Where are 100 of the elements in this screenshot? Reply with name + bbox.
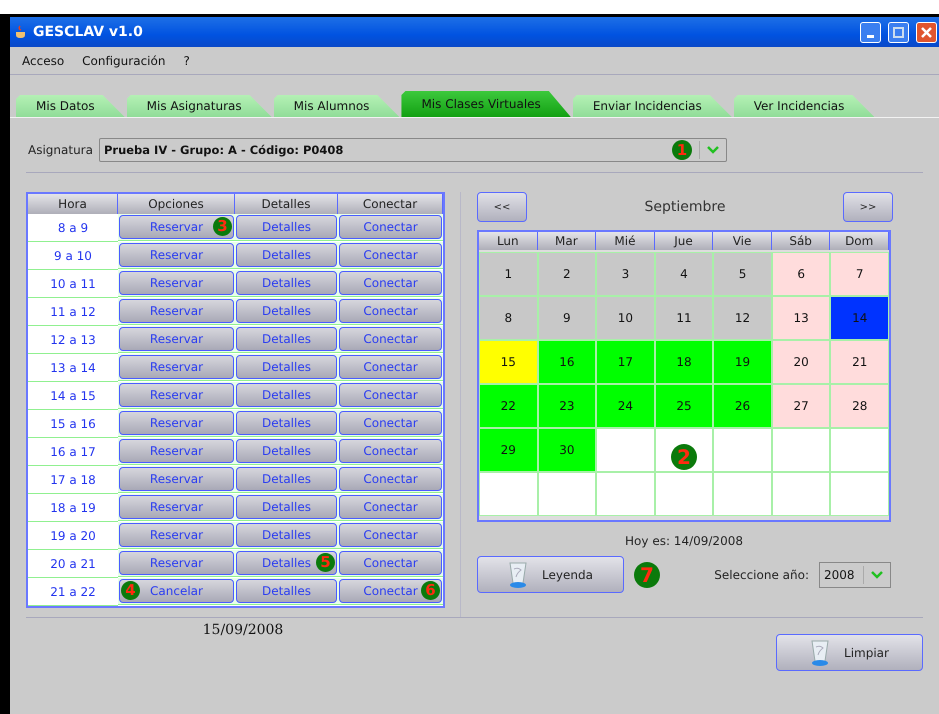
option-button[interactable]: Reservar xyxy=(119,355,234,379)
details-button[interactable]: Detalles xyxy=(236,355,337,379)
details-button[interactable]: Detalles xyxy=(236,579,337,603)
connect-button[interactable]: Conectar xyxy=(339,383,442,407)
day-cell[interactable]: 5 xyxy=(713,252,772,296)
option-button[interactable]: Reservar xyxy=(119,551,234,575)
option-button[interactable]: Reservar xyxy=(119,495,234,519)
details-button[interactable]: Detalles xyxy=(236,327,337,351)
option-button[interactable]: Reservar xyxy=(119,383,234,407)
option-button[interactable]: Reservar xyxy=(119,327,234,351)
weekday-header: Mar xyxy=(538,232,596,250)
details-button[interactable]: Detalles 5 xyxy=(236,551,337,575)
day-cell[interactable]: 19 xyxy=(713,340,772,384)
glass-icon xyxy=(508,560,528,588)
weekday-header: Mié xyxy=(596,232,655,250)
details-button[interactable]: Detalles xyxy=(236,243,337,267)
today-date: Hoy es: 14/09/2008 xyxy=(624,534,744,548)
day-cell[interactable]: 23 xyxy=(538,384,596,428)
option-button[interactable]: Reservar xyxy=(119,467,234,491)
menu-item[interactable]: Acceso xyxy=(22,54,64,68)
tab[interactable]: Mis Alumnos xyxy=(274,95,400,117)
maximize-button[interactable] xyxy=(888,22,909,42)
details-button[interactable]: Detalles xyxy=(236,495,337,519)
day-cell[interactable]: 8 xyxy=(479,296,538,340)
day-cell[interactable]: 13 xyxy=(772,296,830,340)
menu-item[interactable]: Configuración xyxy=(82,54,166,68)
day-cell[interactable]: 16 xyxy=(538,340,596,384)
clear-button[interactable]: Limpiar xyxy=(776,634,923,671)
day-cell[interactable]: 1 xyxy=(479,252,538,296)
day-cell[interactable]: 24 xyxy=(596,384,655,428)
day-cell[interactable]: 21 xyxy=(830,340,889,384)
option-button[interactable]: Reservar xyxy=(119,439,234,463)
day-cell[interactable]: 2 xyxy=(538,252,596,296)
day-cell[interactable]: 15 xyxy=(479,340,538,384)
weekday-header: Jue xyxy=(654,232,714,250)
column-header: Opciones xyxy=(118,194,235,214)
tab[interactable]: Mis Asignaturas xyxy=(126,95,272,117)
day-cell[interactable]: 4 xyxy=(654,252,714,296)
tab[interactable]: Mis Datos xyxy=(16,95,125,117)
option-button[interactable]: Reservar 3 xyxy=(119,215,234,239)
day-cell[interactable]: 11 xyxy=(654,296,714,340)
details-button[interactable]: Detalles xyxy=(236,523,337,547)
connect-button[interactable]: Conectar 6 xyxy=(339,579,442,603)
option-button[interactable]: Reservar xyxy=(119,243,234,267)
option-button[interactable]: Reservar xyxy=(119,523,234,547)
day-cell[interactable]: 9 xyxy=(538,296,596,340)
day-cell[interactable]: 30 xyxy=(538,428,596,472)
details-button[interactable]: Detalles xyxy=(236,299,337,323)
day-cell[interactable]: 17 xyxy=(596,340,655,384)
column-header: Detalles xyxy=(235,194,338,214)
connect-button[interactable]: Conectar xyxy=(339,495,442,519)
day-cell[interactable]: 10 xyxy=(596,296,655,340)
day-cell[interactable]: 20 xyxy=(772,340,830,384)
day-cell[interactable]: 28 xyxy=(830,384,889,428)
details-button[interactable]: Detalles xyxy=(236,467,337,491)
details-button[interactable]: Detalles xyxy=(236,383,337,407)
day-cell[interactable]: 7 xyxy=(830,252,889,296)
next-month-button[interactable]: >> xyxy=(843,192,893,222)
connect-button[interactable]: Conectar xyxy=(339,327,442,351)
legend-button[interactable]: Leyenda xyxy=(477,556,624,593)
option-button[interactable]: Reservar xyxy=(119,271,234,295)
number-marker: 5 xyxy=(316,553,335,572)
minimize-button[interactable] xyxy=(860,22,881,42)
details-button[interactable]: Detalles xyxy=(236,271,337,295)
subject-dropdown[interactable]: Prueba IV - Grupo: A - Código: P0408 1 xyxy=(98,138,727,162)
previous-month-button[interactable]: << xyxy=(477,192,527,222)
connect-button[interactable]: Conectar xyxy=(339,411,442,435)
details-button[interactable]: Detalles xyxy=(236,439,337,463)
day-cell[interactable]: 27 xyxy=(772,384,830,428)
option-button[interactable]: 4 Cancelar xyxy=(119,579,234,603)
day-cell[interactable]: 12 xyxy=(713,296,772,340)
option-button[interactable]: Reservar xyxy=(119,299,234,323)
day-cell[interactable]: 22 xyxy=(479,384,538,428)
day-cell[interactable]: 3 xyxy=(596,252,655,296)
tab[interactable]: Enviar Incidencias xyxy=(572,95,732,117)
day-cell[interactable]: 26 xyxy=(713,384,772,428)
connect-button[interactable]: Conectar xyxy=(339,215,442,239)
connect-button[interactable]: Conectar xyxy=(339,551,442,575)
details-button[interactable]: Detalles xyxy=(236,215,337,239)
weekday-header: Vie xyxy=(713,232,772,250)
day-cell[interactable]: 29 xyxy=(479,428,538,472)
connect-button[interactable]: Conectar xyxy=(339,355,442,379)
menu-item[interactable]: ? xyxy=(183,54,190,68)
tab[interactable]: Ver Incidencias xyxy=(734,95,874,117)
day-cell[interactable]: 25 xyxy=(654,384,714,428)
connect-button[interactable]: Conectar xyxy=(339,439,442,463)
maximize-icon xyxy=(893,26,904,38)
day-cell[interactable]: 6 xyxy=(772,252,830,296)
year-dropdown[interactable]: 2008 xyxy=(819,562,891,588)
tab[interactable]: Mis Clases Virtuales xyxy=(401,91,571,117)
close-button[interactable] xyxy=(916,22,937,42)
details-button[interactable]: Detalles xyxy=(236,411,337,435)
connect-button[interactable]: Conectar xyxy=(339,299,442,323)
connect-button[interactable]: Conectar xyxy=(339,467,442,491)
connect-button[interactable]: Conectar xyxy=(339,271,442,295)
option-button[interactable]: Reservar xyxy=(119,411,234,435)
connect-button[interactable]: Conectar xyxy=(339,523,442,547)
field-label: Asignatura xyxy=(28,143,93,157)
day-cell[interactable]: 18 xyxy=(654,340,714,384)
connect-button[interactable]: Conectar xyxy=(339,243,442,267)
